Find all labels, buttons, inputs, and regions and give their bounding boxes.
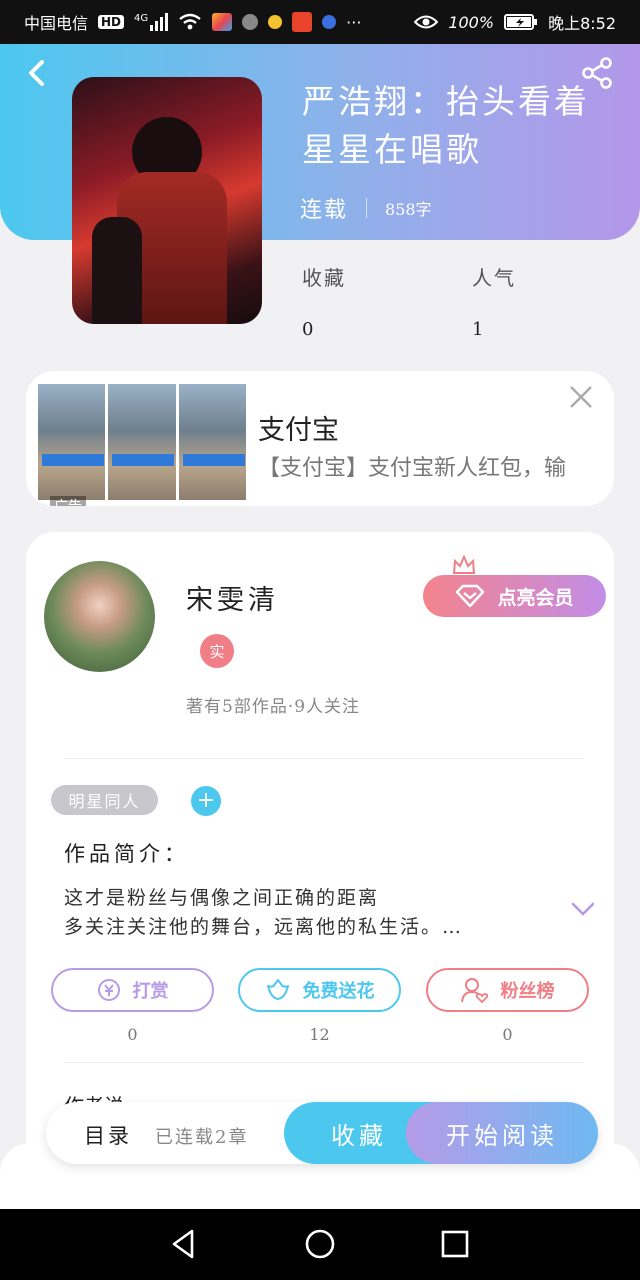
- battery-icon: [504, 14, 538, 30]
- nav-recents-icon[interactable]: [437, 1226, 473, 1262]
- intro-line: 这才是粉丝与偶像之间正确的距离: [64, 887, 380, 909]
- table-of-contents-button[interactable]: 目录: [84, 1120, 132, 1150]
- vip-button[interactable]: 点亮会员: [423, 575, 606, 617]
- send-flower-label: 免费送花: [302, 981, 375, 1002]
- fan-count: 0: [502, 1025, 513, 1044]
- diamond-icon: [456, 584, 485, 608]
- carrier-label: 中国电信: [24, 14, 89, 33]
- stat-favorites: 收藏 0: [302, 262, 346, 340]
- fan-ranking-button[interactable]: 粉丝榜: [426, 968, 589, 1012]
- intro-heading: 作品简介：: [64, 842, 189, 866]
- genre-tag[interactable]: 明星同人: [51, 785, 158, 815]
- clock: 晚上8:52: [548, 14, 616, 33]
- more-notifications: ···: [346, 12, 362, 32]
- app-notification-icon: [268, 15, 283, 29]
- send-flower-button[interactable]: 免费送花: [238, 968, 401, 1012]
- book-status-row: 连载 858字: [300, 192, 432, 224]
- tip-button-label: 打赏: [132, 981, 169, 1002]
- wifi-icon: [179, 13, 201, 30]
- stat-value: 1: [472, 319, 484, 340]
- stat-label: 人气: [472, 266, 516, 290]
- status-bar: 中国电信 HD 4G ··· 100% 晚上8:52: [0, 0, 640, 44]
- add-tag-button[interactable]: +: [191, 786, 221, 816]
- crown-icon: [452, 555, 476, 574]
- word-count: 858字: [385, 200, 432, 219]
- app-notification-icon: [322, 15, 337, 29]
- ad-description[interactable]: 【支付宝】支付宝新人红包，输: [258, 450, 608, 482]
- stat-value: 0: [302, 319, 314, 340]
- ad-label: 广告: [50, 496, 86, 506]
- divider: [366, 198, 368, 218]
- divider: [64, 758, 584, 759]
- stat-popularity: 人气 1: [472, 262, 516, 340]
- fan-ranking-label: 粉丝榜: [500, 981, 555, 1002]
- user-heart-icon: [460, 978, 488, 1003]
- start-reading-button[interactable]: 开始阅读: [406, 1102, 598, 1164]
- close-icon[interactable]: [568, 384, 594, 410]
- chapter-count: 已连载2章: [155, 1127, 249, 1148]
- intro-line: 多关注关注他的舞台，远离他的私生活。…: [64, 916, 464, 938]
- ad-title[interactable]: 支付宝: [258, 408, 339, 447]
- flower-count: 12: [309, 1025, 330, 1044]
- book-cover-image[interactable]: [72, 77, 262, 324]
- back-arrow-icon[interactable]: [22, 56, 52, 90]
- divider: [64, 1062, 584, 1063]
- flower-icon: [266, 979, 289, 1000]
- ad-image: [38, 384, 106, 500]
- ad-image: [178, 384, 246, 500]
- vip-button-label: 点亮会员: [497, 586, 574, 609]
- nav-back-icon[interactable]: [166, 1226, 202, 1262]
- tip-count: 0: [127, 1025, 138, 1044]
- nav-home-icon[interactable]: [302, 1226, 338, 1262]
- serial-status: 连载: [300, 198, 349, 223]
- app-notification-icon: [292, 12, 313, 32]
- verified-badge: 实: [200, 634, 234, 668]
- tip-button[interactable]: 打赏: [51, 968, 214, 1012]
- signal-icon: 4G: [134, 13, 169, 31]
- author-avatar[interactable]: [44, 561, 155, 672]
- author-name[interactable]: 宋雯清: [186, 578, 279, 617]
- author-meta: 著有5部作品·9人关注: [186, 697, 361, 717]
- hd-icon: HD: [98, 15, 125, 29]
- intro-text[interactable]: 这才是粉丝与偶像之间正确的距离 多关注关注他的舞台，远离他的私生活。…: [64, 884, 463, 942]
- stat-label: 收藏: [302, 266, 346, 290]
- eye-icon: [414, 15, 439, 29]
- book-title: 严浩翔：抬头看着星星在唱歌: [302, 82, 590, 169]
- battery-percent: 100%: [448, 12, 495, 32]
- ad-image: [108, 384, 176, 500]
- app-notification-icon: [212, 13, 233, 31]
- app-notification-icon: [242, 14, 259, 30]
- chevron-down-icon[interactable]: [570, 899, 596, 919]
- coin-icon: [97, 979, 120, 1001]
- ad-images: 广告: [38, 384, 246, 506]
